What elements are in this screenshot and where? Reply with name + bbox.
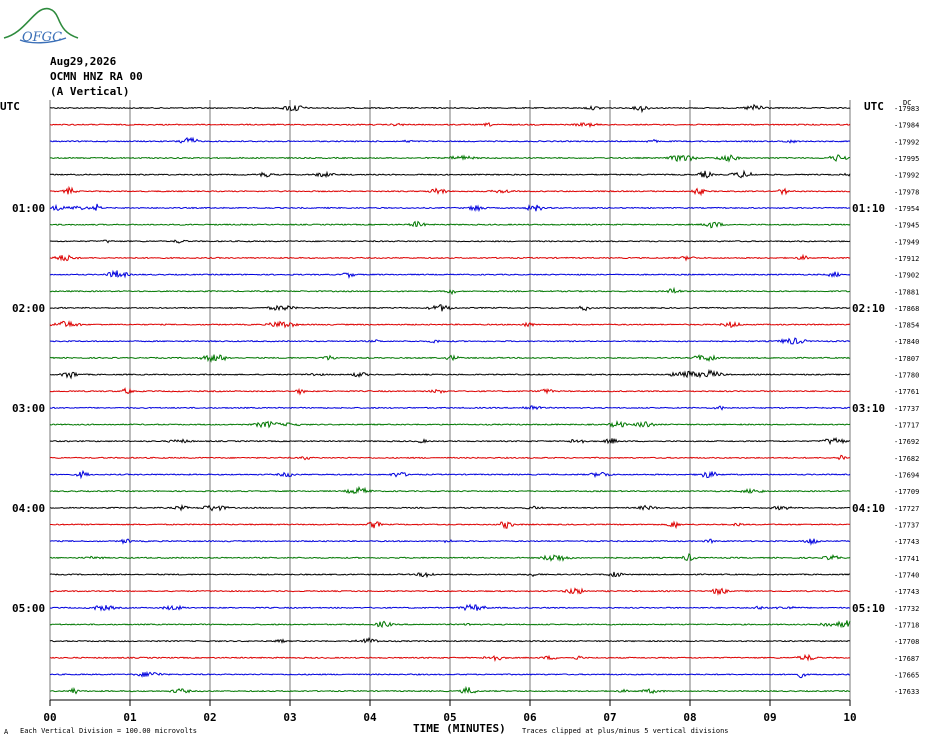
dc-offset-label: -17708 [894, 638, 919, 646]
left-time-label: 03:00 [12, 402, 45, 415]
x-tick-label: 04 [363, 711, 377, 724]
dc-offset-label: -17984 [894, 122, 919, 130]
logo-text: OFGC [22, 30, 62, 45]
right-axis-label: UTC [864, 100, 884, 113]
right-time-label: 01:10 [852, 202, 885, 215]
dc-offset-label: -17992 [894, 138, 919, 146]
dc-offset-label: -17732 [894, 605, 919, 613]
dc-offset-label: -17694 [894, 472, 919, 480]
dc-offset-label: -17687 [894, 655, 919, 663]
chart-grid [49, 100, 851, 701]
header-component: (A Vertical) [50, 85, 129, 98]
dc-offset-label: -17740 [894, 571, 919, 579]
ofgc-logo: OFGC [3, 7, 79, 45]
dc-offset-label: -17902 [894, 272, 919, 280]
x-tick-label: 10 [843, 711, 856, 724]
right-time-labels: 01:10 02:10 03:10 04:10 05:10 [852, 202, 885, 615]
dc-offset-label: -17737 [894, 405, 919, 413]
dc-offset-label: -17682 [894, 455, 919, 463]
dc-offset-label: -17741 [894, 555, 919, 563]
dc-offset-label: -17709 [894, 488, 919, 496]
dc-offset-label: -17743 [894, 538, 919, 546]
dc-offset-label: -17743 [894, 588, 919, 596]
dc-offset-label: -17868 [894, 305, 919, 313]
dc-offset-label: -17992 [894, 172, 919, 180]
x-tick-label: 07 [603, 711, 616, 724]
left-time-label: 04:00 [12, 502, 45, 515]
dc-offset-label: -17633 [894, 688, 919, 696]
dc-offset-label: -17718 [894, 621, 919, 629]
dc-offset-label: -17912 [894, 255, 919, 263]
x-tick-label: 03 [283, 711, 296, 724]
right-time-label: 04:10 [852, 502, 885, 515]
x-tick-label: 06 [523, 711, 537, 724]
dc-offset-label: -17995 [894, 155, 919, 163]
dc-offset-label: -17854 [894, 322, 919, 330]
dc-offset-label: -17807 [894, 355, 919, 363]
left-time-labels: 01:00 02:00 03:00 04:00 05:00 [12, 202, 45, 615]
header-date: Aug29,2026 [50, 55, 117, 68]
dc-offset-label: -17761 [894, 388, 919, 396]
x-tick-label: 02 [203, 711, 216, 724]
x-axis-label: TIME (MINUTES) [413, 722, 506, 735]
footnote-mark: A [4, 728, 9, 736]
x-tick-label: 08 [683, 711, 696, 724]
footnote-left: Each Vertical Division = 100.00 microvol… [20, 727, 197, 735]
x-tick-label: 00 [43, 711, 56, 724]
dc-offset-label: -17840 [894, 338, 919, 346]
dc-offset-label: -17780 [894, 372, 919, 380]
dc-offset-label: -17978 [894, 188, 919, 196]
helicorder-chart: OFGC Aug29,2026 OCMN HNZ RA 00 (A Vertic… [0, 7, 919, 736]
left-time-label: 01:00 [12, 202, 45, 215]
dc-offset-label: -17983 [894, 105, 919, 113]
left-time-label: 02:00 [12, 302, 45, 315]
x-axis-ticks: 00 01 02 03 04 05 06 07 08 09 10 [43, 700, 857, 724]
dc-offset-label: -17881 [894, 288, 919, 296]
dc-offset-label: -17665 [894, 671, 919, 679]
right-time-label: 02:10 [852, 302, 885, 315]
dc-offset-label: -17949 [894, 238, 919, 246]
right-time-label: 05:10 [852, 602, 885, 615]
footnote-right: Traces clipped at plus/minus 5 vertical … [522, 727, 729, 735]
dc-offset-label: -17954 [894, 205, 919, 213]
dc-offset-label: -17727 [894, 505, 919, 513]
dc-offset-label: -17717 [894, 422, 919, 430]
left-axis-label: UTC [0, 100, 20, 113]
x-tick-label: 01 [123, 711, 137, 724]
dc-offset-labels: -17983 -17984 -17992 -17995 -17992 -17978 -179… [894, 105, 919, 696]
right-time-label: 03:10 [852, 402, 885, 415]
dc-offset-label: -17692 [894, 438, 919, 446]
dc-offset-label: -17945 [894, 222, 919, 230]
header-station: OCMN HNZ RA 00 [50, 70, 143, 83]
dc-offset-label: -17737 [894, 522, 919, 530]
x-tick-label: 09 [763, 711, 776, 724]
left-time-label: 05:00 [12, 602, 45, 615]
